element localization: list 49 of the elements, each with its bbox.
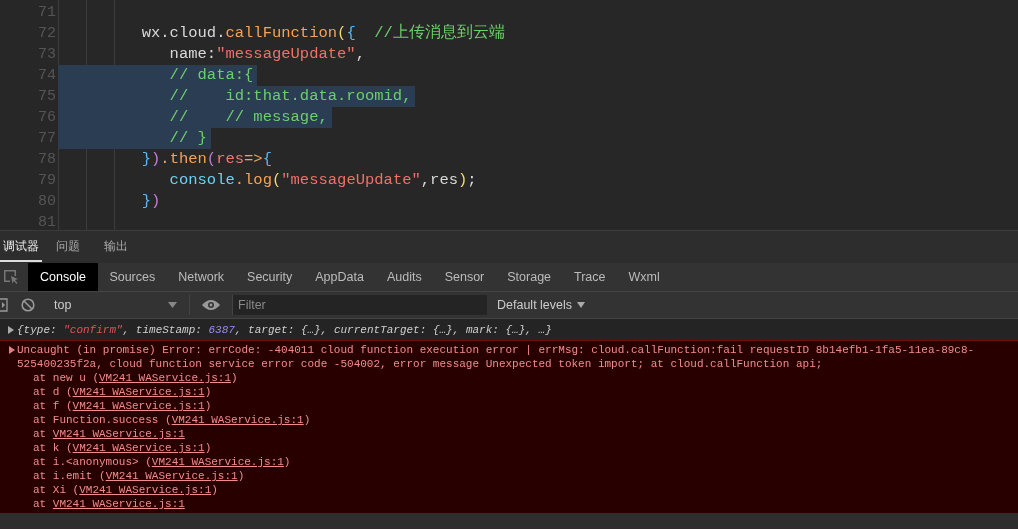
stack-frame: at i.emit (VM241 WAService.js:1)	[5, 469, 1018, 483]
devtools-tab[interactable]: Console	[28, 263, 98, 291]
code-line: })	[140, 191, 162, 212]
source-link[interactable]: VM241 WAService.js:1	[52, 498, 185, 510]
code-line: wx.cloud.callFunction({ //上传消息到云端	[140, 23, 506, 44]
source-link[interactable]: VM241 WAService.js:1	[72, 442, 205, 454]
code-line: name:"messageUpdate",	[168, 44, 366, 65]
source-link[interactable]: VM241 WAService.js:1	[72, 400, 205, 412]
source-link[interactable]: VM241 WAService.js:1	[151, 456, 284, 468]
stack-frame: at new u (VM241 WAService.js:1)	[5, 371, 1018, 385]
devtools-tab[interactable]: Audits	[375, 263, 434, 291]
filter-field[interactable]: Filter	[232, 295, 487, 315]
expand-icon[interactable]	[9, 346, 15, 354]
stack-frame: at VM241 WAService.js:1	[5, 427, 1018, 441]
eye-icon[interactable]	[202, 299, 220, 311]
expand-icon[interactable]	[8, 325, 14, 334]
devtools-tab[interactable]: Network	[166, 263, 236, 291]
stack-frame: at Function.success (VM241 WAService.js:1)	[5, 413, 1018, 427]
stack-frame: at Xi (VM241 WAService.js:1)	[5, 483, 1018, 497]
devtools-tab[interactable]: AppData	[303, 263, 376, 291]
code-line: }).then(res=>{	[140, 149, 273, 170]
levels-dropdown[interactable]: Default levels	[491, 297, 592, 313]
source-link[interactable]: VM241 WAService.js:1	[72, 386, 205, 398]
inspect-icon[interactable]	[3, 269, 19, 285]
sidebar-toggle-icon[interactable]	[0, 298, 8, 312]
devtools-tab[interactable]: Trace	[562, 263, 618, 291]
stack-frame: at d (VM241 WAService.js:1)	[5, 385, 1018, 399]
caret-icon	[168, 302, 177, 308]
source-link[interactable]: VM241 WAService.js:1	[171, 414, 304, 426]
stack-frame: at VM241 WAService.js:1	[5, 497, 1018, 511]
devtools-tab[interactable]: Sources	[97, 263, 167, 291]
panel-tab[interactable]: 输出	[94, 232, 138, 262]
devtools-tab[interactable]: Storage	[495, 263, 563, 291]
devtools-tab[interactable]: Wxml	[617, 263, 672, 291]
caret-icon	[577, 302, 586, 308]
stack-frame: at f (VM241 WAService.js:1)	[5, 399, 1018, 413]
error-message: Uncaught (in promise) Error: errCode: -404011 cloud function execution error | errMsg: cloud.callFunction:fail requestID 8b14efb1-1fa5-11ea-89c8-525400235f2a, cloud function service error code -504002, error message Unexpected token import; at cloud.callFunction api;	[17, 343, 976, 371]
devtools-tab[interactable]: Sensor	[433, 263, 496, 291]
stack-frame: at k (VM241 WAService.js:1)	[5, 441, 1018, 455]
source-link[interactable]: VM241 WAService.js:1	[52, 428, 185, 440]
context-select[interactable]: top	[45, 295, 190, 315]
stack-frame: at i.<anonymous> (VM241 WAService.js:1)	[5, 455, 1018, 469]
code-line: console.log("messageUpdate",res);	[168, 170, 478, 191]
source-link[interactable]: VM241 WAService.js:1	[79, 484, 212, 496]
devtools-tab[interactable]: Security	[235, 263, 304, 291]
source-link[interactable]: VM241 WAService.js:1	[105, 470, 238, 482]
panel-tab[interactable]: 问题	[46, 232, 90, 262]
clear-icon[interactable]	[21, 298, 35, 312]
source-link[interactable]: VM241 WAService.js:1	[99, 372, 232, 384]
